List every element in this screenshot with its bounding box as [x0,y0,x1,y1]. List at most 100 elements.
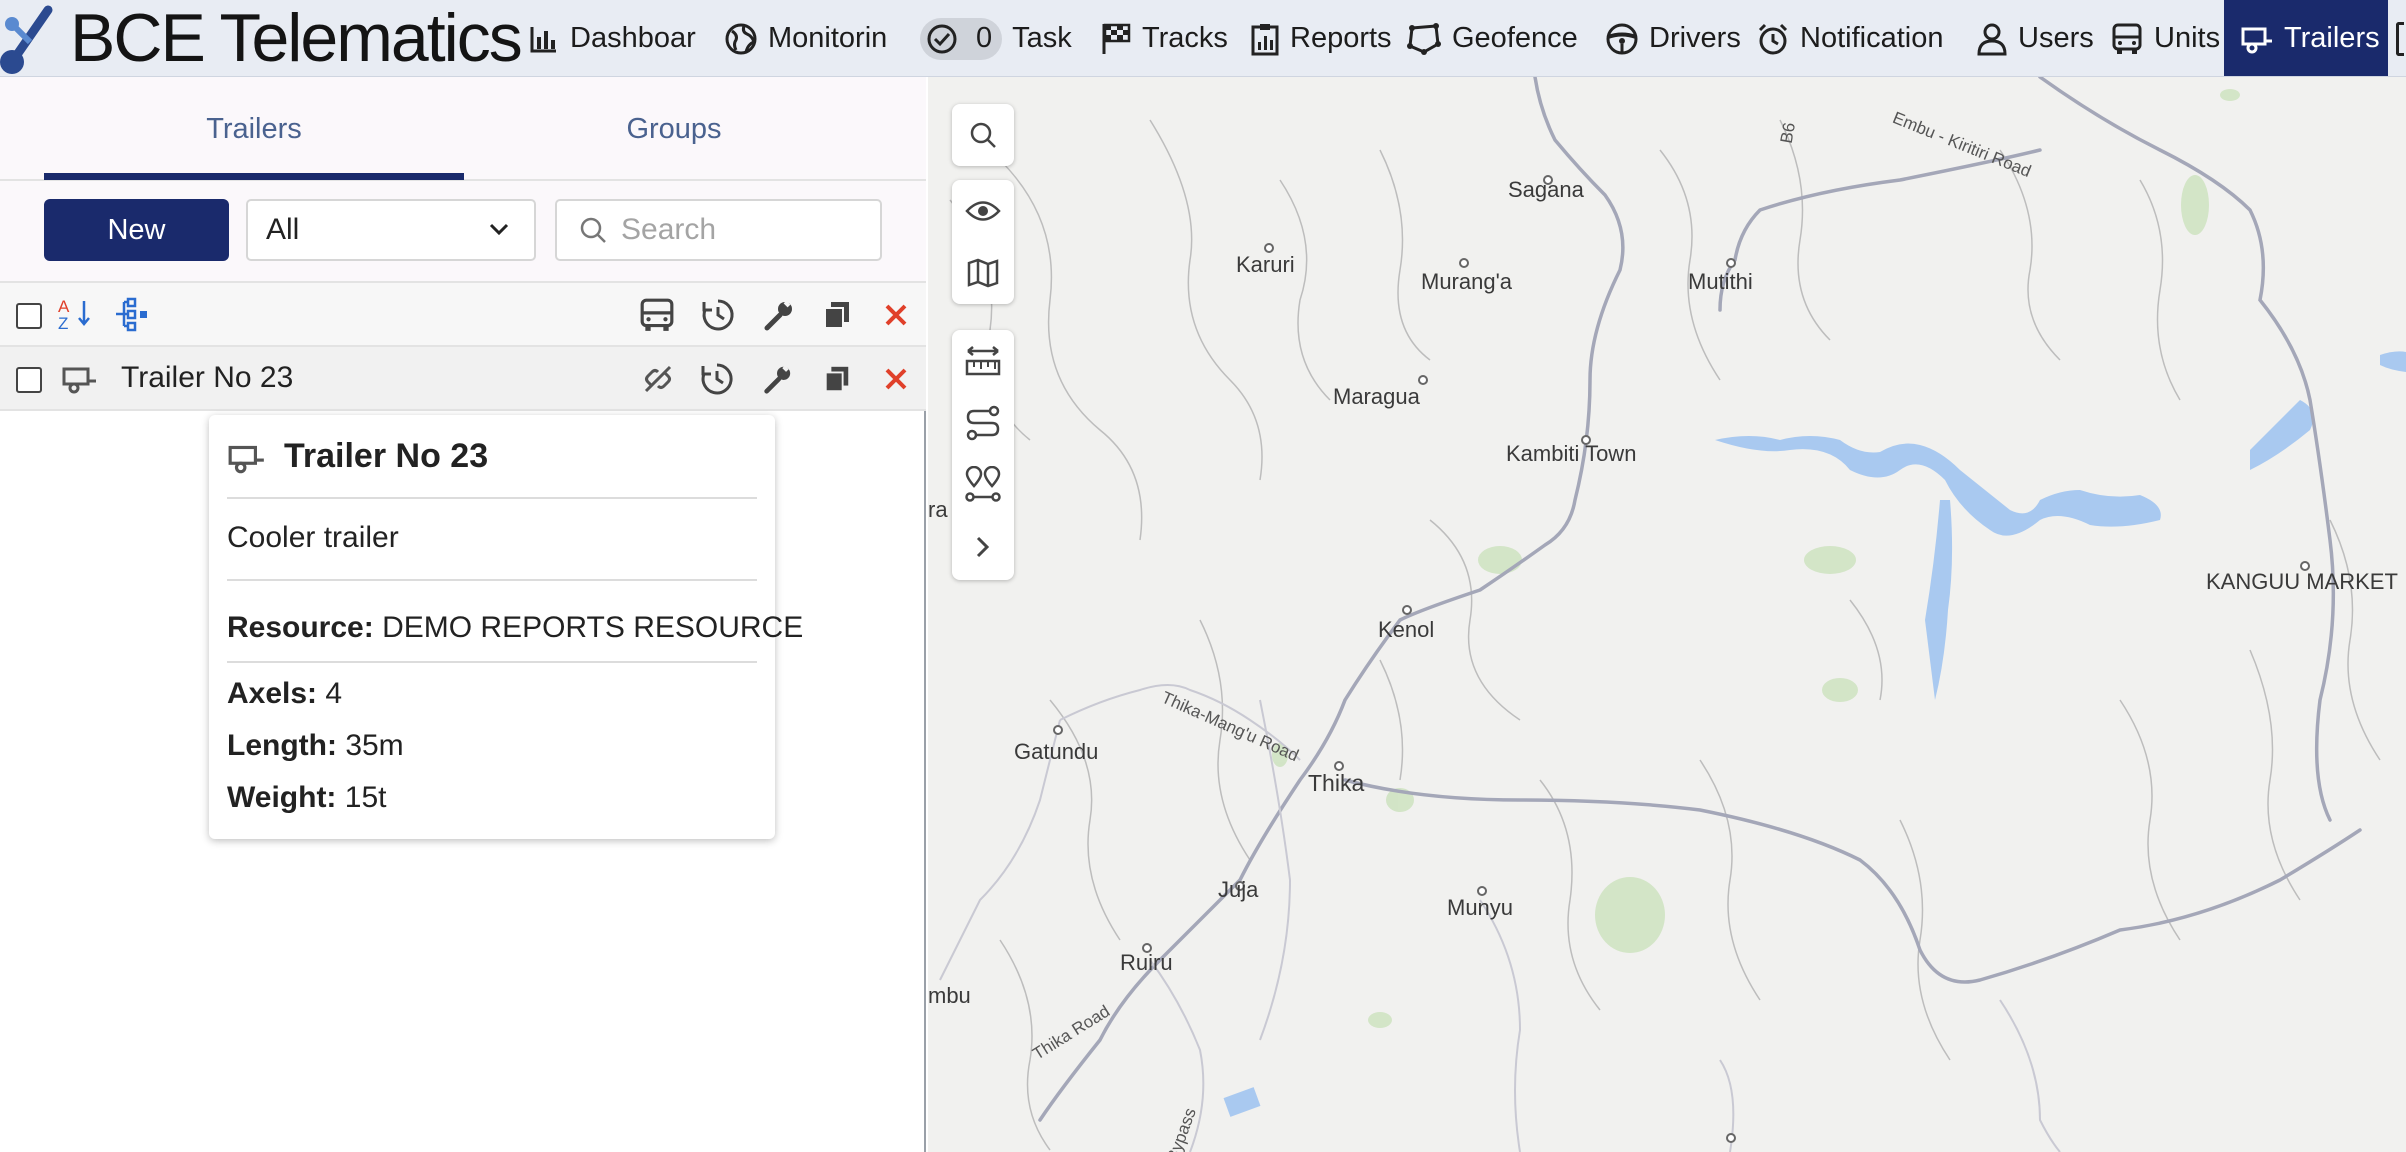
trailer-icon [227,441,267,480]
nav-monitoring-label: Monitorin [768,22,888,54]
unlinked-icon[interactable] [638,359,678,399]
tab-groups[interactable]: Groups [464,77,884,181]
new-trailer-button[interactable]: New [44,199,229,261]
history-clock-icon[interactable] [698,295,738,335]
divider [227,579,757,581]
select-all-checkbox[interactable] [16,303,42,329]
nav-notifications[interactable]: Notification [1756,0,1961,76]
trailer-icon [2241,27,2272,53]
length-value: 35m [345,729,404,762]
expand-tools-button[interactable] [952,516,1014,578]
map-place-kanguu-market: KANGUU MARKET [2206,569,2398,594]
route-button[interactable] [952,392,1014,454]
svg-text:Z: Z [58,314,68,333]
trailer-icon [60,361,100,397]
trailer-description: Cooler trailer [227,521,399,554]
panel-tabs: Trailers Groups [0,77,926,181]
trailer-info-popup: Trailer No 23 Cooler trailer Resource: D… [209,415,803,839]
map-place-karuri: Karuri [1236,252,1295,277]
nav-tracks[interactable]: Tracks [1100,0,1236,76]
delete-icon[interactable] [876,295,916,335]
trailer-name[interactable]: Trailer No 23 [121,361,293,395]
weight-field: Weight: 15t [227,781,387,815]
ruler-icon [965,346,1001,376]
nav-users[interactable]: Users [1976,0,2098,76]
measure-distance-button[interactable] [952,330,1014,392]
check-circle-icon [927,24,957,53]
map-place-ra: ra [928,497,948,522]
search-icon [580,217,606,243]
list-header-row: AZ [0,283,926,347]
active-tab-indicator [44,173,464,180]
nav-more-edge[interactable] [2396,0,2406,76]
tab-trailers[interactable]: Trailers [44,77,464,181]
search-icon [970,122,996,148]
resource-field: Resource: DEMO REPORTS RESOURCE [227,611,803,645]
nav-drivers[interactable]: Drivers [1605,0,1745,76]
bar-chart-icon [530,26,556,52]
sort-alpha-icon[interactable]: AZ [56,293,96,333]
length-label: Length: [227,729,337,762]
points-route-button[interactable] [952,454,1014,516]
bus-icon [2112,23,2142,54]
search-input[interactable] [621,213,861,247]
filter-dropdown[interactable]: All [246,199,536,261]
delete-icon[interactable] [876,359,916,399]
alarm-clock-icon [1758,23,1788,54]
filter-selected-value: All [266,213,300,246]
map-layers-button[interactable] [952,242,1014,304]
map-place-kenol: Kenol [1378,617,1435,642]
map-place-kambiti-town: Kambiti Town [1506,441,1637,466]
checkered-flag-icon [1102,23,1131,54]
top-navigation-bar: BCE Telematics Dashboar Monitorin 0 Task… [0,0,2406,77]
map-place-sagana: Sagana [1508,177,1584,202]
panel-toolbar: New All [0,181,926,283]
nav-drivers-label: Drivers [1649,22,1741,54]
nav-geofence[interactable]: Geofence [1406,0,1591,76]
route-icon [966,405,1000,441]
copy-icon[interactable] [817,359,857,399]
steering-wheel-icon [1606,23,1638,54]
wrench-icon[interactable] [758,295,798,335]
nav-dashboard-label: Dashboar [570,22,696,54]
nav-monitoring[interactable]: Monitorin [724,0,904,76]
nav-dashboard[interactable]: Dashboar [528,0,708,76]
history-clock-icon[interactable] [697,359,737,399]
map-search-button[interactable] [952,104,1014,166]
map-place-munyu: Munyu [1447,895,1514,920]
geofence-icon [1407,22,1441,55]
nav-tasks[interactable]: 0 Task [920,0,1082,76]
weight-label: Weight: [227,781,337,814]
copy-icon[interactable] [817,295,857,335]
axels-label: Axels: [227,677,318,710]
resource-label: Resource: [227,611,374,644]
nav-tracks-label: Tracks [1142,22,1228,54]
map-place-maragua: Maragua [1333,384,1420,409]
wrench-icon[interactable] [757,359,797,399]
row-checkbox[interactable] [16,367,42,393]
resource-value: DEMO REPORTS RESOURCE [382,611,804,644]
nav-trailers[interactable]: Trailers [2224,0,2388,76]
axels-field: Axels: 4 [227,677,342,711]
nav-notifications-label: Notification [1800,22,1944,54]
divider [227,661,757,663]
map-pins-icon [965,466,1001,502]
divider [227,497,757,499]
nav-reports[interactable]: Reports [1250,0,1393,76]
nav-tasks-label: Task [1012,22,1072,54]
group-tree-icon[interactable] [112,293,152,333]
map-place-gatundu: Gatundu [1014,739,1099,764]
nav-units[interactable]: Units [2110,0,2226,76]
map-search-tool-group [952,104,1014,166]
map-view[interactable]: Sagana Karuri Murang'a Mutithi Maragua K… [928,77,2406,1152]
search-field[interactable] [555,199,882,261]
map-view-tool-group [952,180,1014,304]
tasks-count: 0 [976,22,993,54]
eye-icon [965,201,1001,221]
nav-geofence-label: Geofence [1452,22,1578,54]
bus-icon[interactable] [637,295,677,335]
map-place-mutithi: Mutithi [1688,269,1753,294]
length-field: Length: 35m [227,729,404,763]
table-row[interactable]: Trailer No 23 [0,347,926,411]
map-visibility-button[interactable] [952,180,1014,242]
